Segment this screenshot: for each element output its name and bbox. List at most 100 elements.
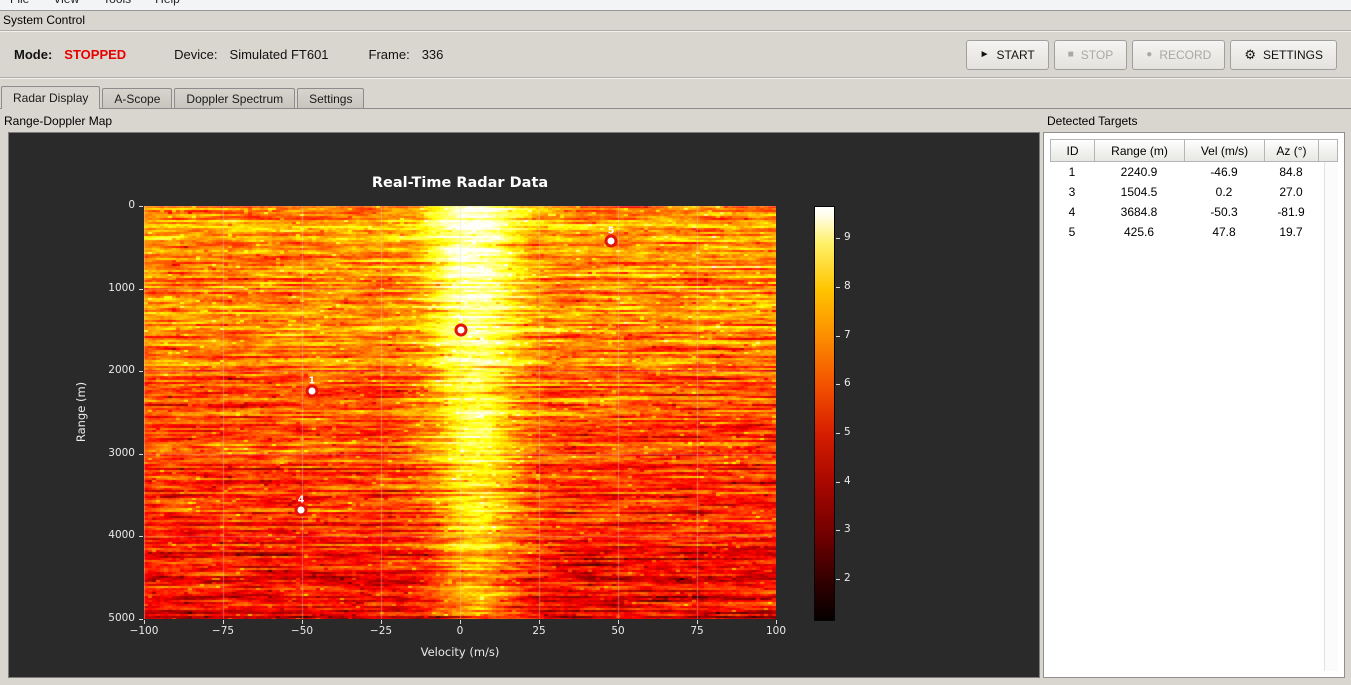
tab-doppler-spectrum[interactable]: Doppler Spectrum [174, 88, 296, 108]
colorbar-tick-mark [836, 238, 840, 240]
target-cell: 84.8 [1279, 165, 1303, 179]
range-doppler-heatmap [144, 206, 776, 619]
target-cell: 1504.5 [1120, 185, 1158, 199]
target-cell: 0.2 [1215, 185, 1233, 199]
y-tick-mark [139, 371, 143, 373]
stop-icon: ■ [1067, 48, 1074, 60]
y-tick-mark [139, 206, 143, 207]
y-tick-label: 2000 [108, 364, 135, 377]
target-cell: 19.7 [1279, 225, 1303, 239]
control-buttons: ► START ■ STOP ● RECORD ⚙ SETTINGS [965, 39, 1337, 70]
target-row[interactable]: 1 2240.9 -46.9 84.8 [1050, 162, 1338, 182]
tab-bar: Radar Display A-Scope Doppler Spectrum Sett… [0, 86, 1351, 109]
y-tick-mark [139, 536, 143, 538]
target-cell: 27.0 [1279, 185, 1303, 199]
column-header-stub [1319, 139, 1338, 162]
target-cell: 4 [1068, 205, 1076, 219]
colorbar [814, 206, 835, 621]
x-tick-label: −50 [290, 625, 314, 637]
menu-item-view[interactable]: View [53, 0, 79, 9]
button-label: START [996, 47, 1035, 62]
button-label: STOP [1080, 47, 1114, 62]
target-row[interactable]: 3 1504.5 0.2 27.0 [1050, 182, 1338, 202]
start-button[interactable]: ► START [965, 39, 1049, 70]
frame-value: 336 [421, 47, 444, 62]
range-doppler-map-label: Range-Doppler Map [4, 114, 113, 128]
button-label: RECORD [1159, 47, 1212, 62]
target-cell: 3684.8 [1120, 205, 1158, 219]
target-row[interactable]: 4 3684.8 -50.3 -81.9 [1050, 202, 1338, 222]
column-header-range-m-[interactable]: Range (m) [1095, 139, 1185, 162]
target-marker-label: 3 [457, 314, 464, 326]
x-tick-label: 50 [611, 625, 625, 637]
system-control-groupbox: System Control Mode: STOPPED Device: Sim… [0, 11, 1351, 86]
menu-item-tools[interactable]: Tools [103, 0, 131, 9]
colorbar-tick-mark [836, 335, 840, 337]
settings-button[interactable]: ⚙ SETTINGS [1230, 39, 1337, 70]
y-tick-mark [139, 619, 143, 620]
device-value: Simulated FT601 [229, 47, 329, 62]
tab-radar-display[interactable]: Radar Display [1, 86, 101, 109]
menu-item-file[interactable]: File [10, 0, 29, 9]
system-control-title: System Control [3, 13, 86, 27]
target-cell: -46.9 [1210, 165, 1238, 179]
y-tick-label: 1000 [108, 281, 135, 294]
x-tick-mark [144, 620, 145, 624]
colorbar-tick-label: 2 [844, 572, 851, 585]
column-header-id[interactable]: ID [1051, 139, 1095, 162]
targets-table-header: ID Range (m) Vel (m/s) Az (°) [1050, 139, 1338, 162]
column-header-vel-m-s-[interactable]: Vel (m/s) [1185, 139, 1265, 162]
range-doppler-plot: Real-Time Radar Data 1 3 4 5 Range (m) Velo… [8, 132, 1040, 678]
target-row[interactable]: 5 425.6 47.8 19.7 [1050, 222, 1338, 242]
tab-settings[interactable]: Settings [297, 88, 365, 108]
x-tick-mark [381, 620, 382, 624]
colorbar-tick-label: 9 [844, 231, 851, 244]
y-tick-label: 0 [128, 199, 135, 211]
x-tick-label: −25 [369, 625, 393, 637]
target-cell: 47.8 [1212, 225, 1236, 239]
x-tick-mark [776, 620, 777, 624]
x-tick-label: 100 [765, 625, 787, 637]
y-tick-mark [139, 288, 143, 290]
target-cell: 5 [1068, 225, 1076, 239]
colorbar-tick-mark [836, 579, 840, 581]
colorbar-tick-label: 3 [844, 523, 851, 536]
target-marker-label: 5 [607, 225, 615, 237]
colorbar-tick-mark [836, 530, 840, 532]
x-tick-mark [618, 620, 619, 624]
x-tick-mark [539, 620, 540, 624]
x-tick-label: −75 [211, 625, 235, 637]
play-icon: ► [979, 48, 990, 60]
detected-targets-panel: ID Range (m) Vel (m/s) Az (°) 1 2240.9 -46.9 8… [1043, 132, 1345, 678]
groupbox-bottom-border [0, 77, 1351, 79]
target-cell: 1 [1068, 165, 1076, 179]
menu-item-help[interactable]: Help [155, 0, 180, 9]
targets-table-body: 1 2240.9 -46.9 84.8 3 1504.5 0.2 27.0 4 3684.8 -50… [1050, 162, 1338, 242]
colorbar-tick-mark [836, 384, 840, 386]
tab-a-scope[interactable]: A-Scope [102, 88, 173, 108]
colorbar-tick-mark [836, 481, 840, 483]
x-tick-label: 25 [532, 625, 546, 637]
x-tick-mark [223, 620, 224, 624]
mode-value: STOPPED [64, 47, 127, 62]
detected-targets-label: Detected Targets [1047, 114, 1138, 128]
colorbar-tick-label: 6 [844, 377, 851, 390]
targets-table: ID Range (m) Vel (m/s) Az (°) 1 2240.9 -46.9 8… [1050, 139, 1338, 242]
gear-icon: ⚙ [1244, 47, 1256, 62]
record-icon: ● [1146, 48, 1153, 60]
x-tick-label: 75 [690, 625, 704, 637]
targets-table-scrollbar[interactable] [1324, 162, 1338, 671]
target-marker-label: 1 [308, 375, 316, 387]
column-header-az-[interactable]: Az (°) [1265, 139, 1319, 162]
colorbar-tick-label: 5 [844, 425, 851, 438]
stop-button[interactable]: ■ STOP [1053, 39, 1128, 70]
button-label: SETTINGS [1262, 47, 1323, 62]
plot-axes: 1 3 4 5 [144, 206, 776, 619]
record-button[interactable]: ● RECORD [1132, 39, 1226, 70]
colorbar-tick-label: 4 [844, 474, 851, 487]
device-label: Device: [174, 47, 218, 62]
target-marker-label: 4 [297, 494, 305, 506]
target-cell: -50.3 [1210, 205, 1238, 219]
x-tick-mark [460, 620, 461, 624]
colorbar-tick-label: 7 [844, 328, 851, 341]
